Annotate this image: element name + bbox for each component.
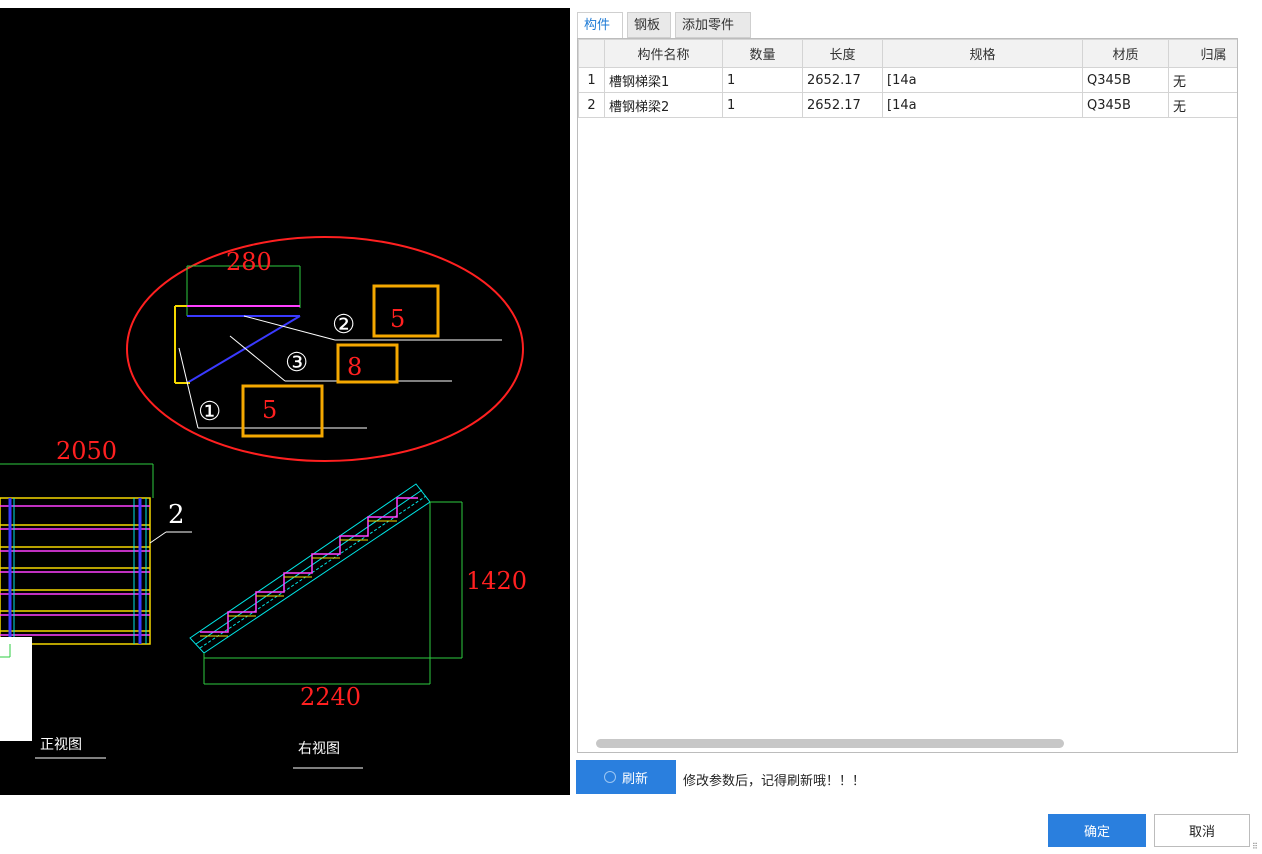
column-header[interactable]: 规格	[882, 39, 1083, 68]
callout-value: 5	[262, 396, 277, 424]
table-header-row: 构件名称 数量 长度 规格 材质 归属	[578, 39, 1237, 68]
side-width-dim-text: 2240	[300, 683, 361, 711]
front-part-label: 2	[168, 500, 185, 530]
cell-length[interactable]: 2652.17	[802, 67, 883, 93]
callout-marker: ①	[198, 397, 221, 427]
cell-spec[interactable]: [14a	[882, 92, 1083, 118]
row-number: 1	[578, 67, 605, 93]
cell-name[interactable]: 槽钢梯梁2	[604, 92, 723, 118]
cell-name[interactable]: 槽钢梯梁1	[604, 67, 723, 93]
tab-components[interactable]: 构件	[577, 12, 623, 38]
cad-canvas: 280 ② 5 ③ 8 ① 5 2050 2 1420 2240 正视图 右视图	[0, 236, 527, 769]
front-dim-text: 2050	[56, 437, 117, 465]
cell-quantity[interactable]: 1	[722, 92, 803, 118]
row-number: 2	[578, 92, 605, 118]
callout-3: ③ 8	[285, 343, 399, 384]
cancel-button[interactable]: 取消	[1154, 814, 1250, 847]
cell-spec[interactable]: [14a	[882, 67, 1083, 93]
resize-grip-icon[interactable]: ⠿	[1252, 843, 1258, 851]
component-grid[interactable]: 构件名称 数量 长度 规格 材质 归属 1 槽钢梯梁1 1 2652.17 [1…	[577, 38, 1238, 753]
detail-dim-text: 280	[226, 248, 272, 276]
side-view-title: 右视图	[298, 741, 340, 757]
side-height-dim-text: 1420	[466, 567, 527, 595]
column-header[interactable]: 构件名称	[604, 39, 723, 68]
front-view	[0, 463, 192, 741]
callout-value: 8	[347, 353, 362, 381]
callout-marker: ②	[332, 310, 355, 340]
side-view	[189, 483, 463, 685]
column-header[interactable]: 归属	[1168, 39, 1237, 68]
refresh-hint-text: 修改参数后，记得刷新哦！！！	[683, 774, 866, 789]
row-number-header	[578, 39, 605, 68]
callout-value: 5	[390, 305, 405, 333]
column-header[interactable]: 数量	[722, 39, 803, 68]
cad-drawing-viewport[interactable]: 280 ② 5 ③ 8 ① 5 2050 2 1420 2240 正视图 右视图	[0, 8, 570, 795]
callout-highlight-box	[372, 284, 440, 338]
cell-material[interactable]: Q345B	[1082, 92, 1169, 118]
table-row[interactable]: 1 槽钢梯梁1 1 2652.17 [14a Q345B 无	[578, 67, 1237, 93]
column-header[interactable]: 材质	[1082, 39, 1169, 68]
front-view-title: 正视图	[40, 737, 82, 753]
cell-material[interactable]: Q345B	[1082, 67, 1169, 93]
cell-owner[interactable]: 无	[1168, 67, 1237, 93]
refresh-icon	[603, 771, 616, 783]
callout-marker: ③	[285, 348, 308, 378]
cell-quantity[interactable]: 1	[722, 67, 803, 93]
table-row[interactable]: 2 槽钢梯梁2 1 2652.17 [14a Q345B 无	[578, 92, 1237, 118]
refresh-button-label: 刷新	[621, 770, 648, 786]
cell-length[interactable]: 2652.17	[802, 92, 883, 118]
column-header[interactable]: 长度	[802, 39, 883, 68]
detail-ellipse	[126, 236, 524, 462]
ok-button[interactable]: 确定	[1048, 814, 1146, 847]
cell-owner[interactable]: 无	[1168, 92, 1237, 118]
component-table: 构件名称 数量 长度 规格 材质 归属 1 槽钢梯梁1 1 2652.17 [1…	[578, 39, 1237, 118]
tab-add-part[interactable]: 添加零件	[675, 12, 751, 38]
tab-steel-plate[interactable]: 钢板	[627, 12, 671, 38]
callout-2: ② 5	[332, 284, 440, 340]
horizontal-scrollbar[interactable]	[596, 739, 1064, 748]
refresh-button[interactable]: 刷新	[576, 760, 676, 794]
